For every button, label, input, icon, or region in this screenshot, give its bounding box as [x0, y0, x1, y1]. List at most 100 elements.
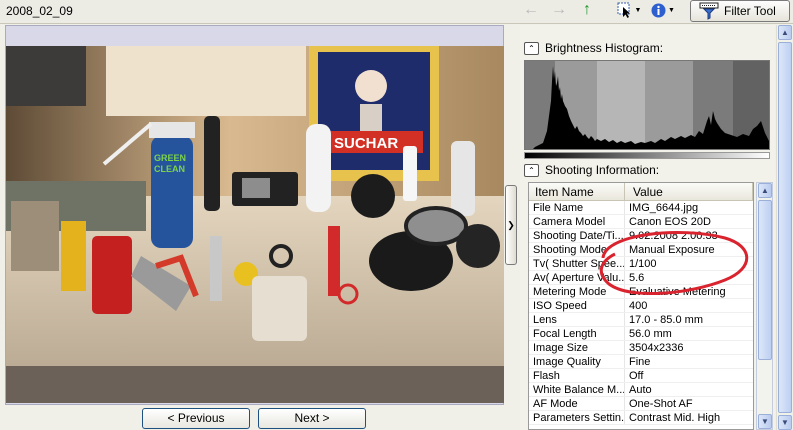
select-icon — [617, 2, 630, 18]
info-icon — [651, 3, 666, 17]
shooting-section-header[interactable]: ⌃ Shooting Information: — [524, 162, 659, 178]
cell-value: Contrast Mid. High — [629, 412, 721, 424]
cell-value: Off — [629, 370, 644, 382]
column-header-item-name[interactable]: Item Name — [529, 183, 625, 200]
cell-value: 5.6 — [629, 272, 645, 284]
forward-button[interactable]: → — [549, 0, 569, 20]
cell-item-name: White Balance M... — [529, 383, 625, 396]
filter-tool-label: Filter Tool — [724, 4, 776, 18]
scroll-down-button[interactable]: ▼ — [778, 415, 792, 430]
table-row[interactable]: Shooting Mode Manual Exposure — [529, 243, 753, 257]
table-row[interactable]: Tv( Shutter Spee... 1/100 — [529, 257, 753, 271]
cell-value: Auto — [629, 384, 652, 396]
photo[interactable]: SUCHAR GREEN CLEAN — [6, 46, 504, 403]
cell-item-name: Focal Length — [529, 327, 625, 340]
scroll-down-button[interactable]: ▼ — [758, 414, 772, 429]
cell-item-name: Metering Mode — [529, 285, 625, 298]
scroll-thumb[interactable] — [758, 200, 772, 360]
svg-text:GREEN: GREEN — [154, 153, 186, 163]
arrow-up-icon: ↑ — [583, 1, 591, 18]
table-row[interactable]: Image Size 3504x2336 — [529, 341, 753, 355]
shooting-info-table: Item Name Value File Name IMG_6644.jpg Cam… — [528, 182, 754, 430]
cell-value: 17.0 - 85.0 mm — [629, 314, 703, 326]
table-scrollbar[interactable]: ▲ ▼ — [756, 182, 773, 430]
up-folder-button[interactable]: ↑ — [577, 0, 597, 20]
svg-text:SUCHAR: SUCHAR — [334, 135, 398, 152]
back-button[interactable]: ← — [521, 0, 541, 20]
table-header: Item Name Value — [529, 183, 753, 201]
cell-value: 1/100 — [629, 258, 657, 270]
image-browser-window: 2008_02_09 ← → ↑ ▼ ▼ Filter Tool SUCHAR … — [0, 0, 793, 430]
info-panel: ⌃ Brightness Histogram: ⌃ Shooting Infor… — [520, 25, 775, 430]
arrow-left-icon: ← — [523, 1, 539, 18]
cell-value: Canon EOS 20D — [629, 216, 711, 228]
histogram-section-header[interactable]: ⌃ Brightness Histogram: — [524, 40, 663, 56]
shooting-title: Shooting Information: — [545, 163, 660, 177]
filter-icon — [699, 2, 719, 20]
cell-value: 400 — [629, 300, 648, 312]
table-row[interactable]: Image Quality Fine — [529, 355, 753, 369]
table-row[interactable]: Focal Length 56.0 mm — [529, 327, 753, 341]
cell-item-name: AF Mode — [529, 397, 625, 410]
select-button[interactable]: ▼ — [614, 0, 644, 20]
toolbar: 2008_02_09 ← → ↑ ▼ ▼ Filter Tool — [0, 0, 793, 24]
cell-item-name: Image Quality — [529, 355, 625, 368]
brightness-histogram — [524, 60, 770, 150]
panel-scrollbar[interactable]: ▲ ▼ — [776, 25, 792, 430]
table-row[interactable]: File Name IMG_6644.jpg — [529, 201, 753, 215]
table-row[interactable]: Av( Aperture Valu... 5.6 — [529, 271, 753, 285]
dropdown-arrow-icon: ▼ — [634, 6, 642, 14]
info-button[interactable]: ▼ — [648, 0, 678, 20]
previous-button[interactable]: < Previous — [142, 408, 250, 429]
table-row[interactable]: Metering Mode Evaluative Metering — [529, 285, 753, 299]
cell-value: Manual Exposure — [629, 244, 715, 256]
arrow-right-icon: → — [551, 1, 567, 18]
column-header-value[interactable]: Value — [625, 183, 753, 200]
cell-item-name: Camera Model — [529, 215, 625, 228]
histogram-chart — [525, 61, 769, 149]
cell-item-name: Image Size — [529, 341, 625, 354]
folder-title: 2008_02_09 — [6, 4, 73, 18]
cell-item-name: File Name — [529, 201, 625, 214]
photo-image: SUCHAR GREEN CLEAN — [6, 46, 504, 403]
table-row[interactable]: Shooting Date/Ti... 9.02.2008 2:00:33 — [529, 229, 753, 243]
scroll-thumb[interactable] — [778, 42, 792, 413]
scroll-up-button[interactable]: ▲ — [778, 25, 792, 40]
cell-value: Fine — [629, 356, 651, 368]
cell-item-name: Tv( Shutter Spee... — [529, 257, 625, 270]
svg-text:CLEAN: CLEAN — [154, 164, 185, 174]
cell-value: IMG_6644.jpg — [629, 202, 699, 214]
cell-item-name: Flash — [529, 369, 625, 382]
cell-item-name: Shooting Mode — [529, 243, 625, 256]
table-row[interactable]: White Balance M... Auto — [529, 383, 753, 397]
collapse-icon[interactable]: ⌃ — [524, 163, 539, 177]
table-body: File Name IMG_6644.jpg Camera Model Canon E… — [529, 201, 753, 425]
collapse-icon[interactable]: ⌃ — [524, 41, 539, 55]
panel-toggle-button[interactable]: ❯ — [505, 185, 517, 265]
scroll-up-button[interactable]: ▲ — [758, 183, 772, 198]
cell-item-name: Shooting Date/Ti... — [529, 229, 625, 242]
cell-value: One-Shot AF — [629, 398, 693, 410]
brightness-gradient-bar — [524, 152, 770, 159]
filter-tool-button[interactable]: Filter Tool — [690, 0, 790, 22]
cell-item-name: Parameters Settin... — [529, 411, 625, 424]
table-row[interactable]: AF Mode One-Shot AF — [529, 397, 753, 411]
cell-value: 3504x2336 — [629, 342, 684, 354]
table-row[interactable]: ISO Speed 400 — [529, 299, 753, 313]
table-row[interactable]: Flash Off — [529, 369, 753, 383]
cell-item-name: Lens — [529, 313, 625, 326]
navigation-bar: < Previous Next > — [0, 405, 510, 430]
histogram-title: Brightness Histogram: — [545, 41, 664, 55]
chevron-right-icon: ❯ — [507, 219, 515, 230]
dropdown-arrow-icon: ▼ — [668, 6, 675, 14]
cell-value: 9.02.2008 2:00:33 — [629, 230, 718, 242]
image-viewer: SUCHAR GREEN CLEAN — [5, 25, 504, 405]
cell-value: Evaluative Metering — [629, 286, 726, 298]
next-button[interactable]: Next > — [258, 408, 366, 429]
cell-value: 56.0 mm — [629, 328, 672, 340]
table-row[interactable]: Lens 17.0 - 85.0 mm — [529, 313, 753, 327]
cell-item-name: Av( Aperture Valu... — [529, 271, 625, 284]
table-row[interactable]: Camera Model Canon EOS 20D — [529, 215, 753, 229]
table-row[interactable]: Parameters Settin... Contrast Mid. High — [529, 411, 753, 425]
cell-item-name: ISO Speed — [529, 299, 625, 312]
